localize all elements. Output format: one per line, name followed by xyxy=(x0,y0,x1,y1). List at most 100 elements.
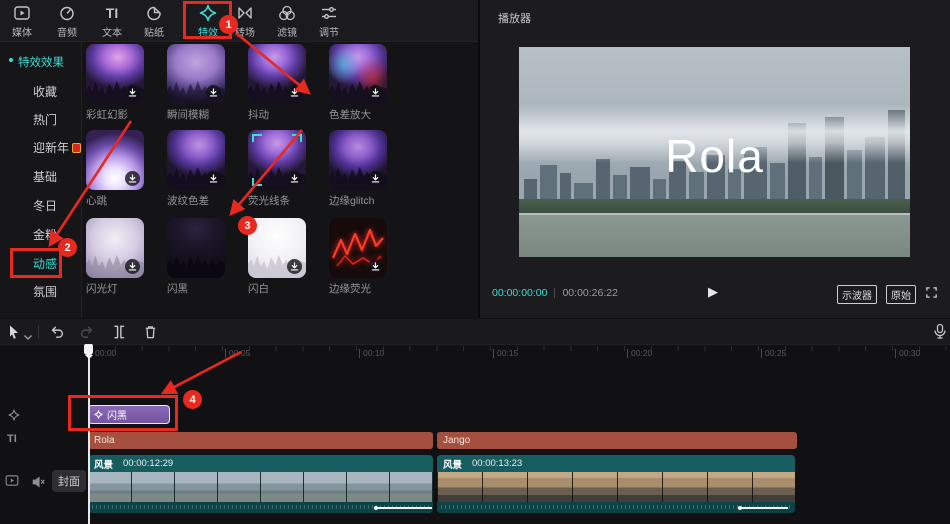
download-icon[interactable] xyxy=(125,85,140,100)
download-icon[interactable] xyxy=(368,259,383,274)
cover-button[interactable]: 封面 xyxy=(52,470,86,492)
sidebar-item-dynamic[interactable]: 动感 xyxy=(33,255,57,272)
effect-clip-flashblack[interactable]: 闪黑 xyxy=(88,405,170,424)
download-icon[interactable] xyxy=(206,85,221,100)
download-icon[interactable] xyxy=(287,85,302,100)
effect-card-chromazoom[interactable]: 色差放大 xyxy=(329,44,399,122)
volume-line[interactable] xyxy=(376,507,432,509)
volume-line[interactable] xyxy=(740,507,788,509)
text-clip-rola[interactable]: Rola xyxy=(88,432,433,449)
download-icon[interactable] xyxy=(368,85,383,100)
text-clip-label: Jango xyxy=(443,435,470,446)
toolbar-item-transition[interactable]: 转场 xyxy=(225,4,265,39)
effect-thumbnail[interactable] xyxy=(167,44,225,104)
sidebar-item-favorites[interactable]: 收藏 xyxy=(33,83,57,100)
effects-grid: 彩虹幻影 瞬间模糊 抖动 色差放大 心跳 波纹色差 xyxy=(82,42,478,318)
original-button[interactable]: 原始 xyxy=(886,285,916,304)
effect-card-flashwhite[interactable]: 闪白 xyxy=(248,218,318,296)
video-clip-2[interactable]: 风景 00:00:13:23 xyxy=(437,455,795,513)
effect-card-edgeglitch[interactable]: 边缘glitch xyxy=(329,130,399,208)
audio-waveform xyxy=(437,502,795,513)
toolbar-item-filter[interactable]: 滤镜 xyxy=(267,4,307,39)
sidebar-item-effects-root[interactable]: 特效效果 xyxy=(18,54,64,70)
sidebar-item-basic[interactable]: 基础 xyxy=(33,168,57,185)
download-icon[interactable] xyxy=(287,171,302,186)
main-toolbar: 媒体 音频 TI 文本 贴纸 特效 转场 滤镜 调节 xyxy=(0,0,478,42)
toolbar-item-effects[interactable]: 特效 xyxy=(188,4,228,39)
effect-thumbnail[interactable] xyxy=(167,218,225,278)
video-preview[interactable]: Rola xyxy=(519,47,910,257)
split-icon[interactable] xyxy=(111,324,127,345)
effect-thumbnail[interactable] xyxy=(329,130,387,190)
effect-card-flashlight[interactable]: 闪光灯 xyxy=(86,218,156,296)
effect-card-neonlines[interactable]: 荧光线条 xyxy=(248,130,318,208)
playhead-handle[interactable] xyxy=(84,344,93,355)
bullet-dot-icon xyxy=(9,58,13,62)
effect-card-ripplechroma[interactable]: 波纹色差 xyxy=(167,130,237,208)
effect-card-rainbow[interactable]: 彩虹幻影 xyxy=(86,44,156,122)
toolbar-item-media[interactable]: 媒体 xyxy=(2,4,42,39)
cursor-tool-icon[interactable] xyxy=(6,324,21,345)
toolbar-item-audio[interactable]: 音频 xyxy=(47,4,87,39)
effect-thumbnail[interactable] xyxy=(329,218,387,278)
toolbar-item-adjust[interactable]: 调节 xyxy=(309,4,349,39)
effect-thumbnail[interactable] xyxy=(167,130,225,190)
effect-name: 边缘荧光 xyxy=(329,281,399,296)
effect-card-edgeneon[interactable]: 边缘荧光 xyxy=(329,218,399,296)
effect-thumbnail[interactable] xyxy=(86,218,144,278)
undo-icon[interactable] xyxy=(49,324,65,345)
red-envelope-badge-icon xyxy=(72,143,81,153)
effect-thumbnail[interactable] xyxy=(86,130,144,190)
viewfinder-corner-icon xyxy=(252,134,262,142)
effect-name: 心跳 xyxy=(86,193,156,208)
toolbar-label: 滤镜 xyxy=(277,24,297,39)
effect-thumbnail[interactable] xyxy=(248,218,306,278)
download-icon[interactable] xyxy=(125,171,140,186)
filmstrip xyxy=(88,472,433,502)
effect-card-heartbeat[interactable]: 心跳 xyxy=(86,130,156,208)
download-icon[interactable] xyxy=(125,259,140,274)
viewfinder-corner-icon xyxy=(252,178,262,186)
download-icon[interactable] xyxy=(206,171,221,186)
effect-thumbnail[interactable] xyxy=(248,130,306,190)
effect-card-shake[interactable]: 抖动 xyxy=(248,44,318,122)
trash-icon[interactable] xyxy=(143,324,158,345)
video-editor-app: 媒体 音频 TI 文本 贴纸 特效 转场 滤镜 调节 xyxy=(0,0,950,524)
redo-icon[interactable] xyxy=(79,324,95,345)
effect-card-flashblack[interactable]: 闪黑 xyxy=(167,218,237,296)
download-icon[interactable] xyxy=(287,259,302,274)
toolbar-item-sticker[interactable]: 贴纸 xyxy=(134,4,174,39)
ruler-tick-label: 00:30 xyxy=(895,349,920,358)
sidebar-item-atmosphere[interactable]: 氛围 xyxy=(33,283,57,300)
effect-thumbnail[interactable] xyxy=(86,44,144,104)
toolbar-item-text[interactable]: TI 文本 xyxy=(92,4,132,39)
video-clip-1[interactable]: 风景 00:00:12:29 xyxy=(88,455,433,513)
effect-name: 荧光线条 xyxy=(248,193,318,208)
chevron-down-icon[interactable] xyxy=(23,328,33,346)
timeline-ruler[interactable]: 00:00 00:05 00:10 00:15 00:20 00:25 00:3… xyxy=(88,346,950,362)
video-clip-duration: 00:00:12:29 xyxy=(123,458,173,469)
effect-name: 彩虹幻影 xyxy=(86,107,156,122)
mic-icon[interactable] xyxy=(933,323,947,345)
text-clip-jango[interactable]: Jango xyxy=(437,432,797,449)
play-button[interactable]: ▶ xyxy=(708,284,718,300)
effect-card-instantblur[interactable]: 瞬间模糊 xyxy=(167,44,237,122)
oscilloscope-button[interactable]: 示波器 xyxy=(837,285,877,304)
mute-icon[interactable] xyxy=(32,475,46,493)
sidebar-item-winter[interactable]: 冬日 xyxy=(33,197,57,214)
effect-thumbnail[interactable] xyxy=(248,44,306,104)
effect-thumbnail[interactable] xyxy=(329,44,387,104)
effect-name: 闪光灯 xyxy=(86,281,156,296)
toolbar-label: 文本 xyxy=(102,24,122,39)
download-icon[interactable] xyxy=(368,171,383,186)
video-clip-name: 风景 xyxy=(94,457,113,471)
sidebar-item-newyear[interactable]: 迎新年 xyxy=(33,139,81,156)
sidebar-item-goldpowder[interactable]: 金粉 xyxy=(33,226,57,243)
toolbar-label: 调节 xyxy=(319,24,339,39)
video-title-overlay: Rola xyxy=(519,129,910,183)
text-track-icon: TI xyxy=(7,433,17,445)
toolbar-label: 特效 xyxy=(198,24,218,39)
total-timecode: 00:00:26:22 xyxy=(562,287,617,299)
sidebar-item-hot[interactable]: 热门 xyxy=(33,111,57,128)
fullscreen-icon[interactable] xyxy=(925,286,938,304)
